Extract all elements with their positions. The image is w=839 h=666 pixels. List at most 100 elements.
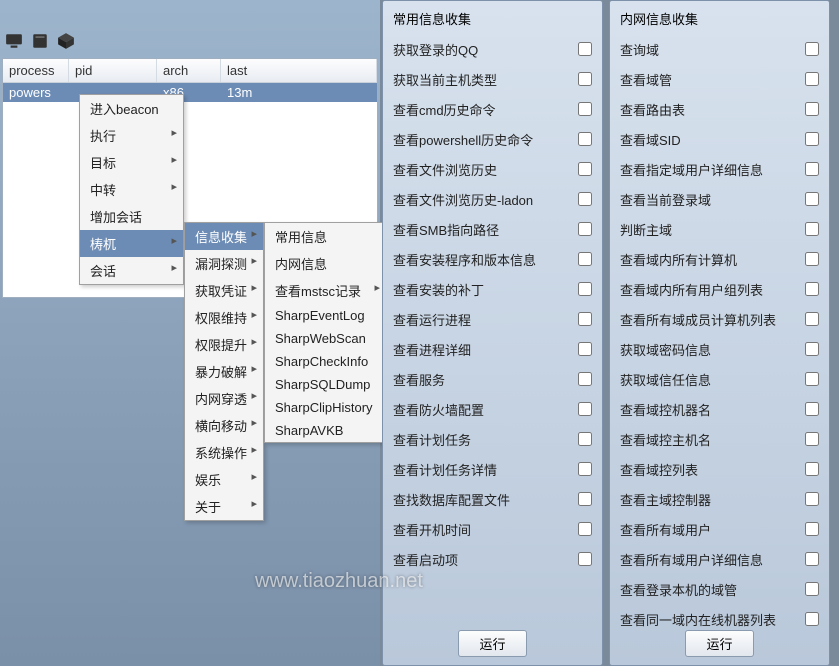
- panel-item-checkbox[interactable]: [578, 462, 592, 476]
- menu-item[interactable]: 系统操作: [185, 439, 263, 466]
- panel-item-label: 查看路由表: [620, 100, 685, 119]
- menu-item[interactable]: 暴力破解: [185, 358, 263, 385]
- cell-last: 13m: [221, 83, 377, 102]
- panel-item-checkbox[interactable]: [578, 252, 592, 266]
- panel-item-label: 查看当前登录域: [620, 190, 711, 209]
- panel-item-checkbox[interactable]: [805, 102, 819, 116]
- panel-item-label: 查看域SID: [620, 130, 681, 149]
- panel-item-checkbox[interactable]: [805, 612, 819, 626]
- panel-row: 查看计划任务: [393, 424, 592, 454]
- menu-item[interactable]: 常用信息: [265, 223, 386, 250]
- panel-item-label: 查看powershell历史命令: [393, 130, 533, 149]
- panel-item-label: 查看指定域用户详细信息: [620, 160, 763, 179]
- menu-item[interactable]: 权限提升: [185, 331, 263, 358]
- panel-item-checkbox[interactable]: [578, 552, 592, 566]
- panel-item-label: 查看进程详细: [393, 340, 471, 359]
- panel-item-checkbox[interactable]: [805, 312, 819, 326]
- menu-item[interactable]: 查看mstsc记录: [265, 277, 386, 304]
- panel-internal-info: 内网信息收集 查询域查看域管查看路由表查看域SID查看指定域用户详细信息查看当前…: [609, 0, 830, 666]
- panel-item-checkbox[interactable]: [805, 552, 819, 566]
- menu-item[interactable]: SharpWebScan: [265, 327, 386, 350]
- panel-item-checkbox[interactable]: [805, 402, 819, 416]
- panel-row: 获取域密码信息: [620, 334, 819, 364]
- panel-item-checkbox[interactable]: [578, 522, 592, 536]
- panel-item-checkbox[interactable]: [578, 492, 592, 506]
- panel-item-label: 查看所有域成员计算机列表: [620, 310, 776, 329]
- panel-item-checkbox[interactable]: [805, 282, 819, 296]
- menu-item[interactable]: 增加会话: [80, 203, 183, 230]
- menu-item[interactable]: 目标: [80, 149, 183, 176]
- col-last[interactable]: last: [221, 59, 377, 82]
- panel-item-checkbox[interactable]: [805, 492, 819, 506]
- menu-item[interactable]: 内网穿透: [185, 385, 263, 412]
- menu-item[interactable]: 内网信息: [265, 250, 386, 277]
- panel-item-checkbox[interactable]: [805, 192, 819, 206]
- panel-item-checkbox[interactable]: [578, 222, 592, 236]
- menu-item[interactable]: 娱乐: [185, 466, 263, 493]
- panel-item-label: 查看同一域内在线机器列表: [620, 610, 776, 629]
- cube-icon[interactable]: [57, 32, 75, 50]
- monitor-icon[interactable]: [5, 32, 23, 50]
- run-button[interactable]: 运行: [458, 630, 526, 657]
- menu-item[interactable]: 获取凭证: [185, 277, 263, 304]
- panel-item-checkbox[interactable]: [578, 132, 592, 146]
- panel-item-checkbox[interactable]: [578, 432, 592, 446]
- panel-item-label: 查看域控机器名: [620, 400, 711, 419]
- panel-item-label: 查看主域控制器: [620, 490, 711, 509]
- menu-item[interactable]: SharpAVKB: [265, 419, 386, 442]
- panel-item-checkbox[interactable]: [805, 462, 819, 476]
- menu-item[interactable]: 漏洞探测: [185, 250, 263, 277]
- menu-item[interactable]: SharpSQLDump: [265, 373, 386, 396]
- panel-row: 获取域信任信息: [620, 364, 819, 394]
- panel-row: 查看cmd历史命令: [393, 94, 592, 124]
- panel-item-checkbox[interactable]: [578, 102, 592, 116]
- menu-item[interactable]: 权限维持: [185, 304, 263, 331]
- panel-row: 查看域控主机名: [620, 424, 819, 454]
- panel-item-checkbox[interactable]: [578, 72, 592, 86]
- panel-row: 获取登录的QQ: [393, 34, 592, 64]
- menu-item[interactable]: 横向移动: [185, 412, 263, 439]
- context-menu-main: 进入beacon执行目标中转增加会话梼杌会话: [79, 94, 184, 285]
- panel-item-label: 获取当前主机类型: [393, 70, 497, 89]
- col-process[interactable]: process: [3, 59, 69, 82]
- menu-item[interactable]: 进入beacon: [80, 95, 183, 122]
- panel-item-checkbox[interactable]: [805, 582, 819, 596]
- menu-item[interactable]: 执行: [80, 122, 183, 149]
- col-arch[interactable]: arch: [157, 59, 221, 82]
- panel-item-checkbox[interactable]: [805, 342, 819, 356]
- panel-item-checkbox[interactable]: [805, 162, 819, 176]
- panel-item-checkbox[interactable]: [578, 402, 592, 416]
- table-row[interactable]: powers x86 13m: [3, 83, 377, 102]
- col-pid[interactable]: pid: [69, 59, 157, 82]
- panel-item-label: 查看服务: [393, 370, 445, 389]
- panel-item-checkbox[interactable]: [578, 162, 592, 176]
- panel-item-checkbox[interactable]: [805, 432, 819, 446]
- panel-item-checkbox[interactable]: [805, 222, 819, 236]
- panel-item-checkbox[interactable]: [578, 282, 592, 296]
- menu-item[interactable]: SharpCheckInfo: [265, 350, 386, 373]
- panel-item-label: 查看安装的补丁: [393, 280, 484, 299]
- panel-item-checkbox[interactable]: [805, 132, 819, 146]
- panel-item-checkbox[interactable]: [805, 42, 819, 56]
- menu-item[interactable]: 信息收集: [185, 223, 263, 250]
- book-icon[interactable]: [31, 32, 49, 50]
- menu-item[interactable]: 中转: [80, 176, 183, 203]
- menu-item[interactable]: 梼杌: [80, 230, 183, 257]
- panel-item-checkbox[interactable]: [578, 342, 592, 356]
- panel-item-checkbox[interactable]: [578, 312, 592, 326]
- panel-item-label: 查看登录本机的域管: [620, 580, 737, 599]
- menu-item[interactable]: SharpEventLog: [265, 304, 386, 327]
- panel-item-checkbox[interactable]: [805, 72, 819, 86]
- panel-item-checkbox[interactable]: [805, 522, 819, 536]
- run-button[interactable]: 运行: [685, 630, 753, 657]
- panel-item-checkbox[interactable]: [578, 42, 592, 56]
- panel-item-checkbox[interactable]: [578, 192, 592, 206]
- context-menu-infogather: 常用信息内网信息查看mstsc记录SharpEventLogSharpWebSc…: [264, 222, 387, 443]
- panel-item-checkbox[interactable]: [805, 372, 819, 386]
- panel-item-checkbox[interactable]: [578, 372, 592, 386]
- menu-item[interactable]: SharpClipHistory: [265, 396, 386, 419]
- menu-item[interactable]: 会话: [80, 257, 183, 284]
- menu-item[interactable]: 关于: [185, 493, 263, 520]
- panel-item-checkbox[interactable]: [805, 252, 819, 266]
- panel-row: 查看域控机器名: [620, 394, 819, 424]
